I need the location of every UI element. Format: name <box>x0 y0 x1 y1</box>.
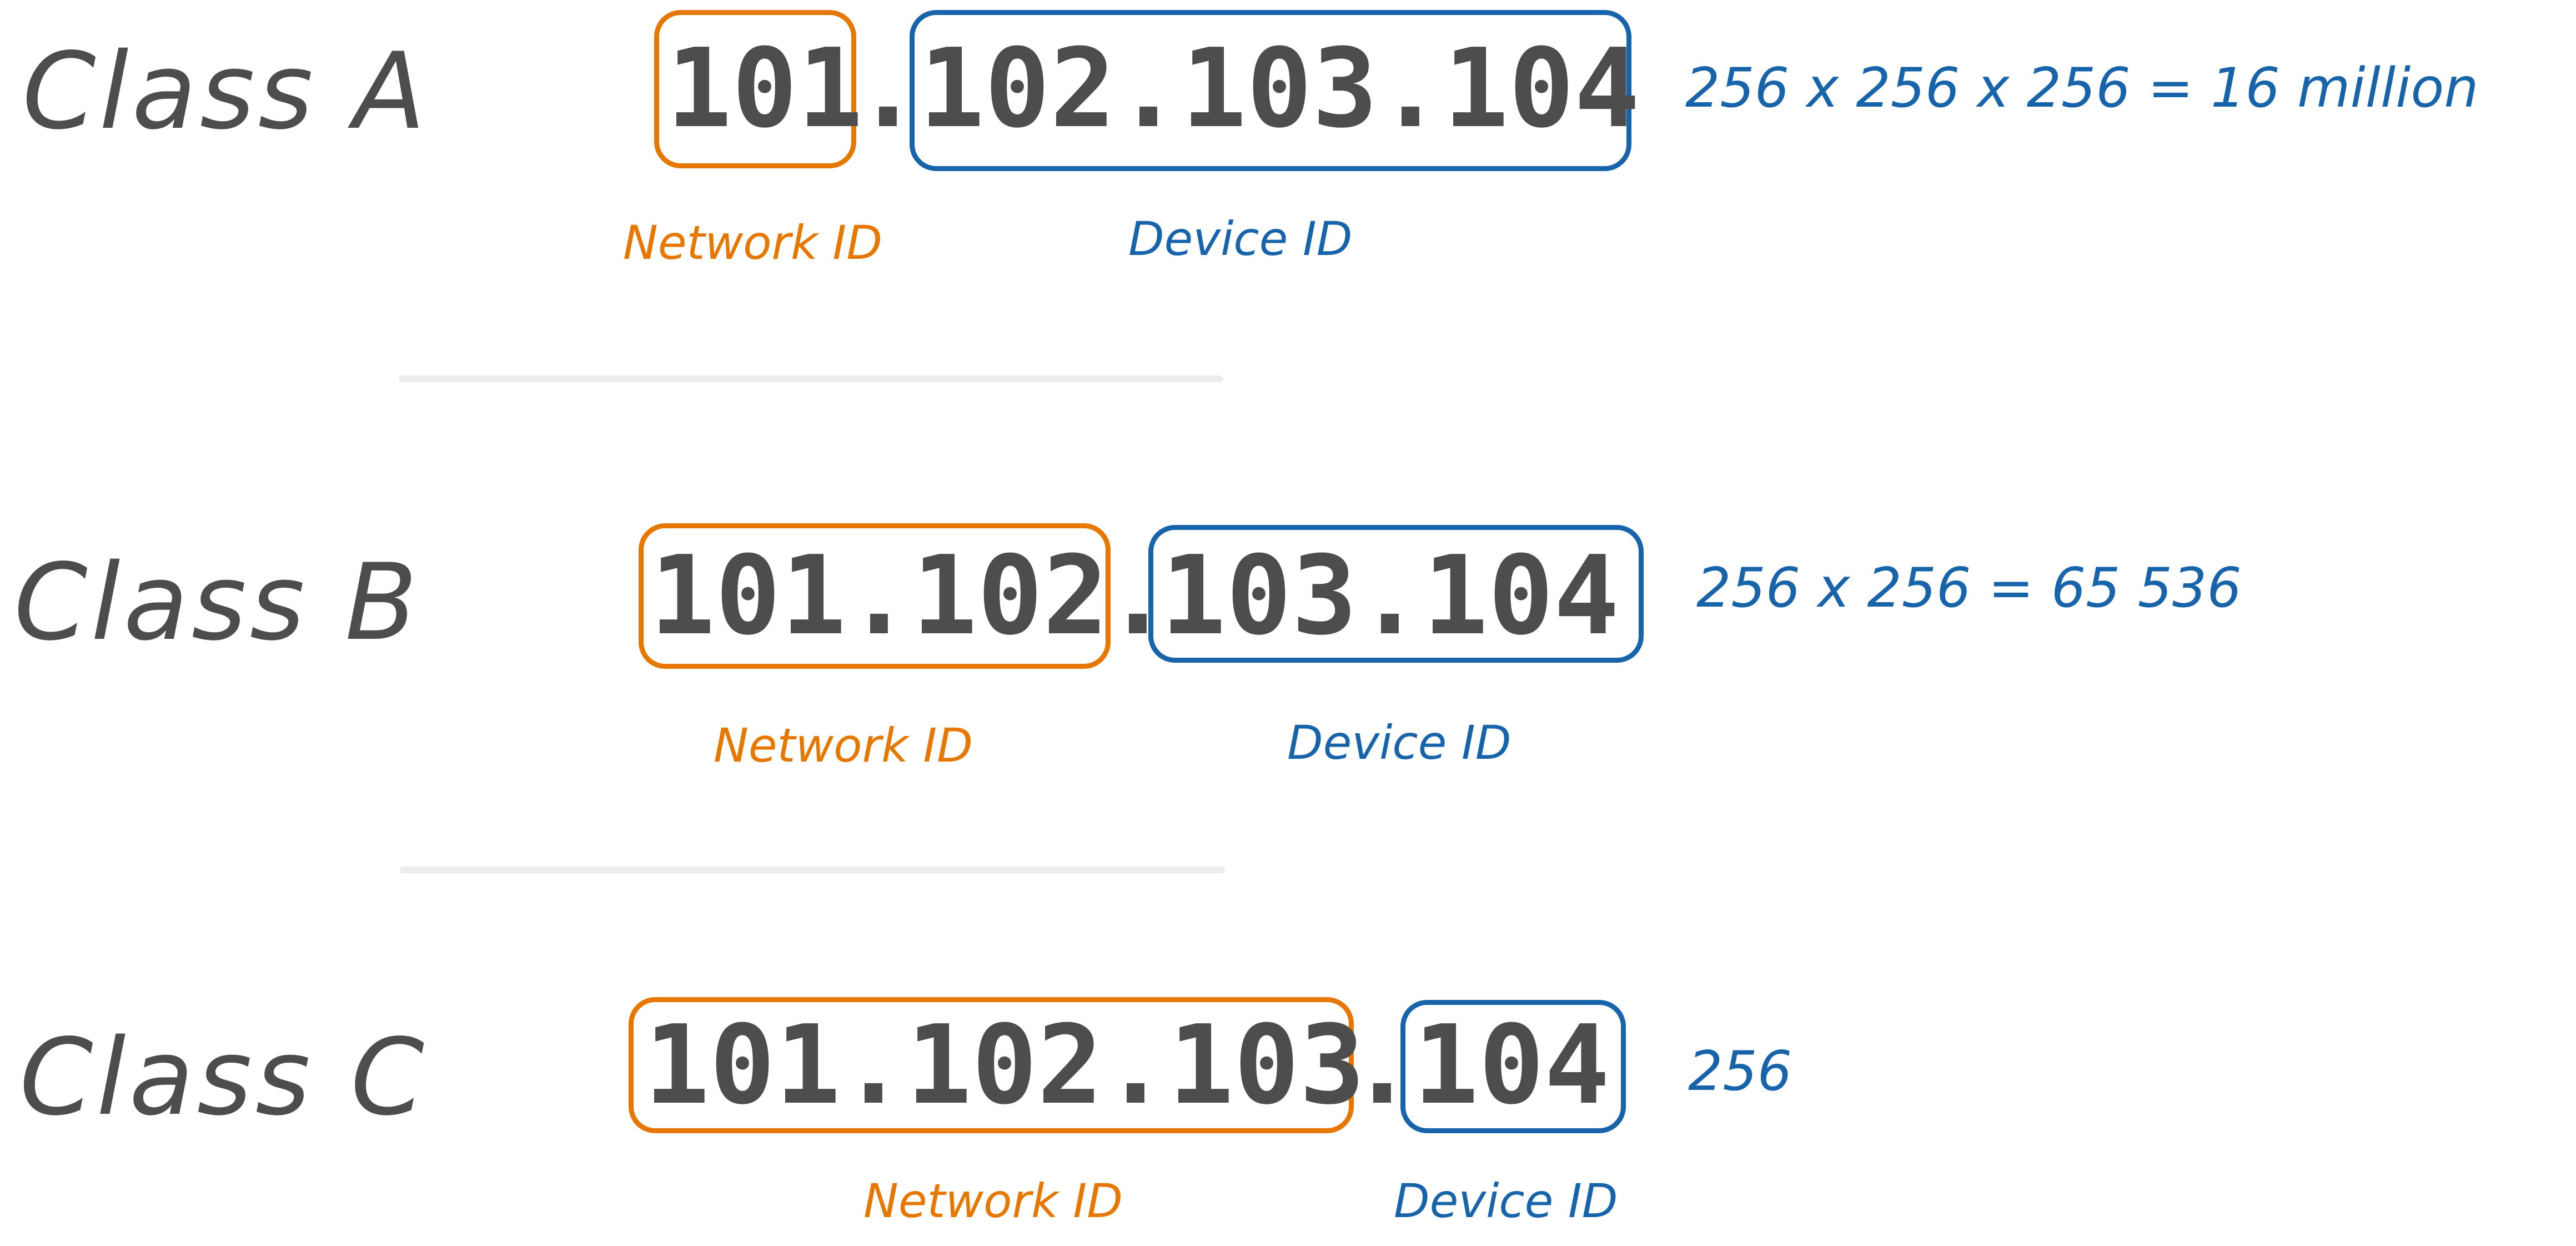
separator-2 <box>400 867 1225 873</box>
class-a-network-caption: Network ID <box>623 216 882 270</box>
class-c-label: Class C <box>19 1016 428 1139</box>
class-b-network-part: 101.102 <box>650 533 1109 659</box>
class-a-network-part: 101 <box>666 26 863 152</box>
class-a-label: Class A <box>22 30 429 153</box>
class-c-device-part: 104 <box>1413 1002 1610 1129</box>
class-b-formula: 256 x 256 = 65 536 <box>1696 557 2242 620</box>
class-b-network-caption: Network ID <box>714 718 973 773</box>
class-a-device-part: 102.103.104 <box>919 26 1640 152</box>
class-c-device-caption: Device ID <box>1394 1174 1618 1228</box>
class-b-label: Class B <box>14 541 421 664</box>
class-c-network-caption: Network ID <box>863 1174 1123 1228</box>
class-a-device-caption: Device ID <box>1128 212 1353 266</box>
separator-1 <box>399 376 1223 382</box>
class-c-formula: 256 <box>1688 1040 1792 1103</box>
class-c-network-part: 101.102.103 <box>644 1002 1365 1129</box>
class-b-device-caption: Device ID <box>1287 715 1512 770</box>
class-a-formula: 256 x 256 x 256 = 16 million <box>1685 57 2479 120</box>
class-b-device-part: 103.104 <box>1161 533 1620 659</box>
